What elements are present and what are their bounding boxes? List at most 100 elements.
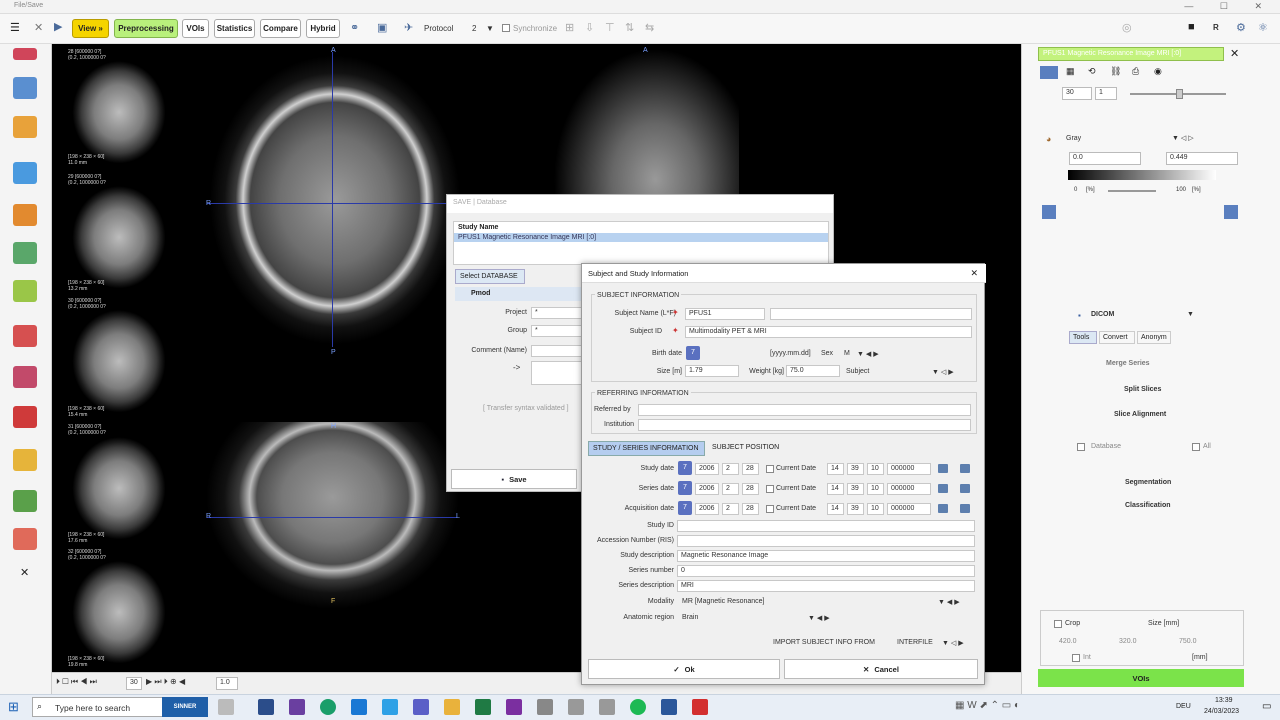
brand-badge[interactable]: SINNER <box>162 697 208 717</box>
lut-icon[interactable] <box>1042 205 1056 219</box>
fit-icon[interactable] <box>1224 205 1238 219</box>
study-date-month[interactable]: 2 <box>722 463 739 475</box>
brain-icon[interactable] <box>13 449 37 471</box>
vois-button[interactable]: VOIs <box>182 19 209 38</box>
rotate-icon[interactable]: ⟲ <box>1088 66 1096 77</box>
fusion-icon[interactable] <box>13 162 37 184</box>
segmentation-label[interactable]: Segmentation <box>1125 479 1171 486</box>
tools-icon[interactable]: ⚙ <box>1236 21 1246 34</box>
series-current-date-checkbox[interactable] <box>766 485 774 493</box>
right-panel-tab[interactable]: PFUS1 Magnetic Resonance Image MRI [:0] <box>1038 47 1224 61</box>
accession-field[interactable] <box>677 535 975 547</box>
acquisition-second[interactable]: 10 <box>867 503 884 515</box>
int-checkbox[interactable] <box>1072 654 1080 662</box>
close-icon[interactable]: ✕ <box>20 566 29 579</box>
weight-field[interactable]: 75.0 <box>786 365 840 377</box>
series-hour[interactable]: 14 <box>827 483 844 495</box>
word-icon[interactable] <box>661 699 677 715</box>
study-current-date-checkbox[interactable] <box>766 465 774 473</box>
print-icon[interactable]: ⎙ <box>1132 66 1139 77</box>
windows-start-icon[interactable]: ⊞ <box>8 699 19 715</box>
tab-subject-position[interactable]: SUBJECT POSITION <box>708 441 788 456</box>
sort-icon[interactable]: ⇅ <box>625 21 634 34</box>
tab-anonym[interactable]: Anonym <box>1137 331 1171 344</box>
tray-icons[interactable]: ▦ W ⬈ ⌃ ▭ ◐ <box>955 700 1020 711</box>
sex-value[interactable]: M <box>844 350 850 357</box>
excel-icon[interactable] <box>475 699 491 715</box>
thumbnail-slice-28[interactable] <box>66 54 172 166</box>
project-field[interactable]: * <box>531 307 583 319</box>
layout-number[interactable]: 2 <box>472 24 476 33</box>
axial-view[interactable] <box>205 50 465 350</box>
edge-icon[interactable] <box>320 699 336 715</box>
series-date-month[interactable]: 2 <box>722 483 739 495</box>
subject-dropdown[interactable]: Subject <box>846 368 869 375</box>
app-icon[interactable] <box>289 699 305 715</box>
select-database-tab[interactable]: Select DATABASE <box>455 269 525 284</box>
comment-arrow-field[interactable] <box>531 361 583 385</box>
monitor-icon[interactable]: ▣ <box>377 21 387 34</box>
acquisition-hour[interactable]: 14 <box>827 503 844 515</box>
import-source-dropdown[interactable]: INTERFILE <box>897 639 933 646</box>
chart-tool-icon[interactable] <box>13 490 37 512</box>
acquisition-date-calendar-icon[interactable]: 7 <box>678 501 692 515</box>
max-field[interactable]: 0.449 <box>1166 152 1238 165</box>
palette-icon[interactable]: ◕ <box>1046 134 1051 144</box>
group-field[interactable]: * <box>531 325 583 337</box>
vois-bottom-button[interactable]: VOIs <box>1038 669 1244 687</box>
dialog-close-icon[interactable]: ✕ <box>970 268 978 279</box>
menu-icon[interactable]: ☰ <box>10 21 20 34</box>
synchronize-checkbox[interactable] <box>502 24 510 32</box>
acquisition-date-year[interactable]: 2006 <box>695 503 719 515</box>
ok-button[interactable]: ✓ Ok <box>588 659 780 679</box>
clock-date[interactable]: 24/03/2023 <box>1204 708 1239 715</box>
slice-to-field[interactable]: 1 <box>1095 87 1117 100</box>
study-date-day[interactable]: 28 <box>742 463 759 475</box>
study-date-calendar-icon[interactable]: 7 <box>678 461 692 475</box>
classification-label[interactable]: Classification <box>1125 502 1171 509</box>
slice-from-field[interactable]: 30 <box>1062 87 1092 100</box>
notification-icon[interactable]: ▭ <box>1262 701 1271 712</box>
link-views-icon[interactable]: ⛓ <box>1110 66 1121 77</box>
birth-calendar-icon[interactable]: 7 <box>686 346 700 360</box>
layout-dropdown-icon[interactable]: ▼ <box>486 24 494 33</box>
language-label[interactable]: DEU <box>1176 703 1191 710</box>
transform-icon[interactable] <box>13 116 37 138</box>
thumbnail-slice-31[interactable] <box>66 430 172 542</box>
spotify-icon[interactable] <box>630 699 646 715</box>
left-arrow-icon[interactable] <box>1040 66 1058 79</box>
pmod-icon[interactable] <box>537 699 553 715</box>
statistics-button[interactable]: Statistics <box>214 19 255 38</box>
series-date-year[interactable]: 2006 <box>695 483 719 495</box>
nav-icons[interactable]: ▶ ⏭ ⏵ ⊕ ◀ <box>146 677 185 687</box>
study-hour[interactable]: 14 <box>827 463 844 475</box>
series-minute[interactable]: 39 <box>847 483 864 495</box>
series-paste-icon[interactable] <box>960 484 970 493</box>
network-icon[interactable]: ⚛ <box>1258 21 1268 34</box>
thumbnail-slice-30[interactable] <box>66 303 172 415</box>
teams-icon[interactable] <box>413 699 429 715</box>
subject-name-field[interactable]: PFUS1 <box>685 308 765 320</box>
acquisition-current-date-checkbox[interactable] <box>766 505 774 513</box>
modality-dropdown-icon[interactable]: ▼ ◀ ▶ <box>938 598 960 606</box>
slice-alignment-label[interactable]: Slice Alignment <box>1114 411 1166 418</box>
series-description-field[interactable]: MRI <box>677 580 975 592</box>
study-id-field[interactable] <box>677 520 975 532</box>
study-copy-icon[interactable] <box>938 464 948 473</box>
pmod2-icon[interactable] <box>599 699 615 715</box>
grid-icon[interactable]: ⊞ <box>565 21 574 34</box>
tab-convert[interactable]: Convert <box>1099 331 1135 344</box>
onenote-icon[interactable] <box>506 699 522 715</box>
acquisition-minute[interactable]: 39 <box>847 503 864 515</box>
protocol-icon[interactable]: ✈ <box>404 21 413 34</box>
onedrive-icon[interactable] <box>382 699 398 715</box>
layout-icon[interactable] <box>13 77 37 99</box>
thumbnail-slice-29[interactable] <box>66 179 172 291</box>
study-description-field[interactable]: Magnetic Resonance Image <box>677 550 975 562</box>
slice-slider-handle[interactable] <box>1176 89 1183 99</box>
clock-time[interactable]: 13:39 <box>1215 697 1233 704</box>
all-checkbox[interactable] <box>1192 443 1200 451</box>
comment-field[interactable] <box>531 345 583 357</box>
subject-dropdown-icon[interactable]: ▼ ◁ ▶ <box>932 368 954 376</box>
study-name-row[interactable]: PFUS1 Magnetic Resonance Image MRI [:0] <box>454 233 828 242</box>
